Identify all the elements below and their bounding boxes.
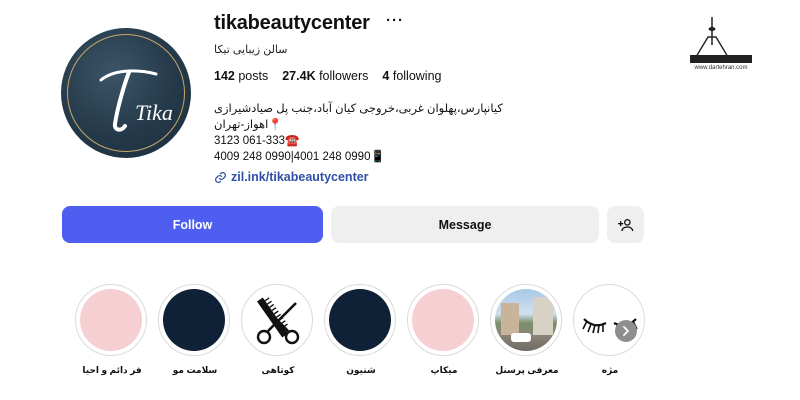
highlight-cover <box>246 289 308 351</box>
highlight-cover <box>163 289 225 351</box>
highlight-hair-health[interactable]: سلامت مو <box>158 284 232 376</box>
profile-bio: کیانپارس،پهلوان غربی،خروجی کیان آباد،جنب… <box>214 101 503 165</box>
highlight-perm[interactable]: فر دائم و احیا <box>75 284 149 376</box>
posts-stat: 142 posts <box>214 69 269 83</box>
profile-stats: 142 posts 27.4K followers 4 following <box>214 69 441 83</box>
message-button[interactable]: Message <box>331 206 599 243</box>
highlight-label: مژه <box>601 365 619 375</box>
highlight-label: سلامت مو <box>172 365 218 375</box>
highlight-makeup[interactable]: میکاپ <box>407 284 481 376</box>
highlight-label: معرفی پرسنل <box>495 365 559 375</box>
highlight-cover <box>578 289 640 351</box>
highlight-label: میکاپ <box>430 365 458 375</box>
bio-mobile: 4009 248 0990|4001 248 0990📱 <box>214 151 385 163</box>
followers-stat[interactable]: 27.4K followers <box>282 69 368 83</box>
tehran-tower-logo <box>690 17 752 63</box>
bio-location: 📍اهواز-تهران <box>214 119 283 131</box>
highlight-staff[interactable]: معرفی پرسنل <box>490 284 564 376</box>
avatar-text: Tika <box>135 100 173 125</box>
site-watermark: www.dartehran.com <box>688 15 754 79</box>
add-user-icon <box>617 218 633 231</box>
tika-logo: Tika <box>99 69 173 132</box>
profile-username: tikabeautycenter <box>214 12 370 34</box>
highlight-cover <box>329 289 391 351</box>
highlights-next-button[interactable] <box>615 320 637 342</box>
eyelashes-icon <box>582 318 638 334</box>
profile-link[interactable]: zil.ink/tikabeautycenter <box>214 170 369 184</box>
profile-full-name: سالن زیبایی تیکا <box>214 44 288 56</box>
link-text: zil.ink/tikabeautycenter <box>231 170 369 184</box>
bio-address: کیانپارس،پهلوان غربی،خروجی کیان آباد،جنب… <box>214 103 503 115</box>
highlight-label: فر دائم و احیا <box>82 365 142 375</box>
more-options-icon[interactable]: ··· <box>386 12 404 29</box>
highlight-label: کوتاهی <box>261 365 295 375</box>
following-stat[interactable]: 4 following <box>382 69 441 83</box>
highlight-cover-photo <box>495 289 557 351</box>
highlight-label: شنیون <box>346 365 376 375</box>
profile-avatar[interactable]: Tika <box>61 28 191 158</box>
suggest-users-button[interactable] <box>607 206 644 243</box>
highlight-updo[interactable]: شنیون <box>324 284 398 376</box>
link-icon <box>215 171 226 183</box>
watermark-text: www.dartehran.com <box>694 65 748 71</box>
bio-phone: 3123 061-333☎️ <box>214 135 300 147</box>
highlight-haircut[interactable]: کوتاهی <box>241 284 315 376</box>
follow-button[interactable]: Follow <box>62 206 323 243</box>
scissors-comb-icon <box>256 297 300 345</box>
chevron-right-icon <box>623 326 630 336</box>
highlight-cover <box>80 289 142 351</box>
highlight-cover <box>412 289 474 351</box>
